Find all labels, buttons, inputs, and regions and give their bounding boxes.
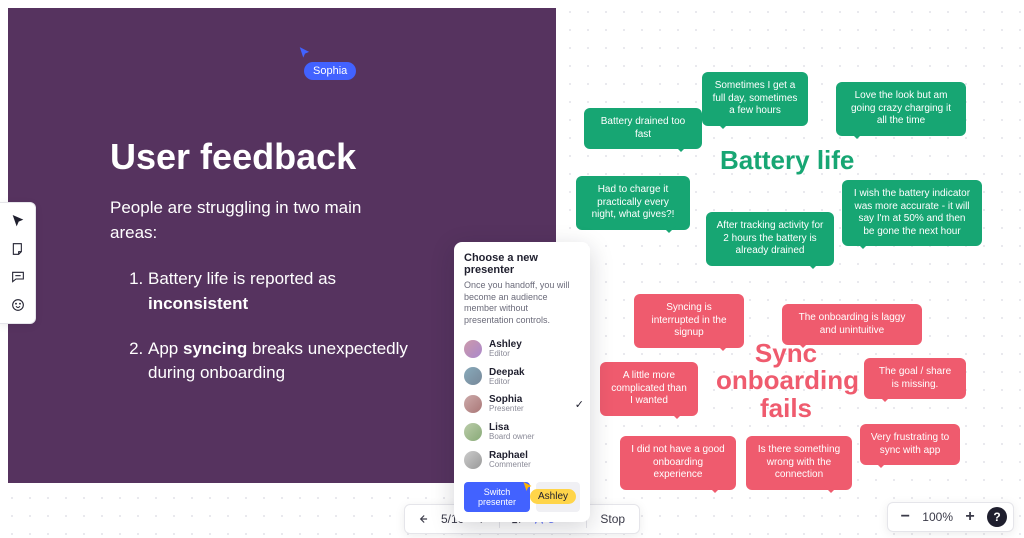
note-bubble[interactable]: Love the look but am going crazy chargin…	[836, 82, 966, 136]
avatar	[464, 340, 482, 358]
presenter-option[interactable]: Deepak Editor	[464, 363, 580, 391]
user-role: Board owner	[489, 433, 534, 442]
presenter-option[interactable]: Lisa Board owner	[464, 418, 580, 446]
note-bubble[interactable]: Battery drained too fast	[584, 108, 702, 149]
remote-cursor-name: Ashley	[530, 489, 576, 504]
note-bubble[interactable]: The goal / share is missing.	[864, 358, 966, 399]
zoom-in-button[interactable]: +	[959, 506, 981, 528]
topic-battery-life[interactable]: Battery life	[720, 145, 854, 176]
stop-presenting-button[interactable]: Stop	[592, 507, 633, 531]
slide-lead: People are struggling in two main areas:	[110, 196, 410, 245]
topic-sync-onboarding[interactable]: Sync onboarding fails	[716, 340, 856, 422]
remote-cursor-name: Sophia	[304, 62, 356, 80]
popover-title: Choose a new presenter	[464, 252, 580, 276]
zoom-out-button[interactable]: −	[894, 506, 916, 528]
check-icon: ✓	[575, 398, 584, 411]
list-text: Battery life is reported as	[148, 269, 336, 288]
user-role: Editor	[489, 350, 522, 359]
note-bubble[interactable]: I wish the battery indicator was more ac…	[842, 180, 982, 246]
note-bubble[interactable]: Sometimes I get a full day, sometimes a …	[702, 72, 808, 126]
user-role: Editor	[489, 378, 525, 387]
zoom-value[interactable]: 100%	[922, 510, 953, 524]
presenter-option[interactable]: Raphael Commenter	[464, 446, 580, 474]
note-bubble[interactable]: The onboarding is laggy and unintuitive	[782, 304, 922, 345]
switch-presenter-button[interactable]: Switch presenter	[464, 482, 530, 512]
note-bubble[interactable]: A little more complicated than I wanted	[600, 362, 698, 416]
remote-cursor	[522, 480, 534, 498]
list-bold: inconsistent	[148, 294, 248, 313]
remote-cursor: Sophia	[298, 46, 356, 80]
avatar	[464, 451, 482, 469]
select-tool[interactable]	[0, 207, 35, 235]
sticky-note-tool[interactable]	[0, 235, 35, 263]
user-name: Deepak	[489, 367, 525, 378]
note-bubble[interactable]: After tracking activity for 2 hours the …	[706, 212, 834, 266]
canvas-toolbar	[0, 202, 36, 324]
note-bubble[interactable]: Syncing is interrupted in the signup	[634, 294, 744, 348]
list-text: App	[148, 339, 183, 358]
note-bubble[interactable]: Had to charge it practically every night…	[576, 176, 690, 230]
slide-title: User feedback	[110, 136, 532, 178]
prev-slide-button[interactable]	[411, 507, 435, 531]
list-item: Battery life is reported as inconsistent	[148, 267, 408, 316]
avatar	[464, 395, 482, 413]
list-bold: syncing	[183, 339, 247, 358]
cursor-icon	[522, 481, 534, 493]
note-bubble[interactable]: Very frustrating to sync with app	[860, 424, 960, 465]
user-role: Commenter	[489, 461, 531, 470]
zoom-bar: − 100% + ?	[887, 502, 1014, 532]
help-button[interactable]: ?	[987, 507, 1007, 527]
avatar	[464, 367, 482, 385]
presenter-option[interactable]: Sophia Presenter ✓	[464, 390, 580, 418]
presenter-option[interactable]: Ashley Editor	[464, 335, 580, 363]
cursor-icon	[10, 213, 26, 229]
note-bubble[interactable]: Is there something wrong with the connec…	[746, 436, 852, 490]
user-role: Presenter	[489, 405, 524, 414]
sticky-note-icon	[10, 241, 26, 257]
smiley-icon	[10, 297, 26, 313]
reaction-tool[interactable]	[0, 291, 35, 319]
avatar	[464, 423, 482, 441]
popover-description: Once you handoff, you will become an aud…	[464, 280, 580, 327]
note-bubble[interactable]: I did not have a good onboarding experie…	[620, 436, 736, 490]
cursor-icon	[298, 46, 312, 60]
comment-icon	[10, 269, 26, 285]
comment-tool[interactable]	[0, 263, 35, 291]
list-item: App syncing breaks unexpectedly during o…	[148, 337, 408, 386]
arrow-left-icon	[416, 512, 430, 526]
